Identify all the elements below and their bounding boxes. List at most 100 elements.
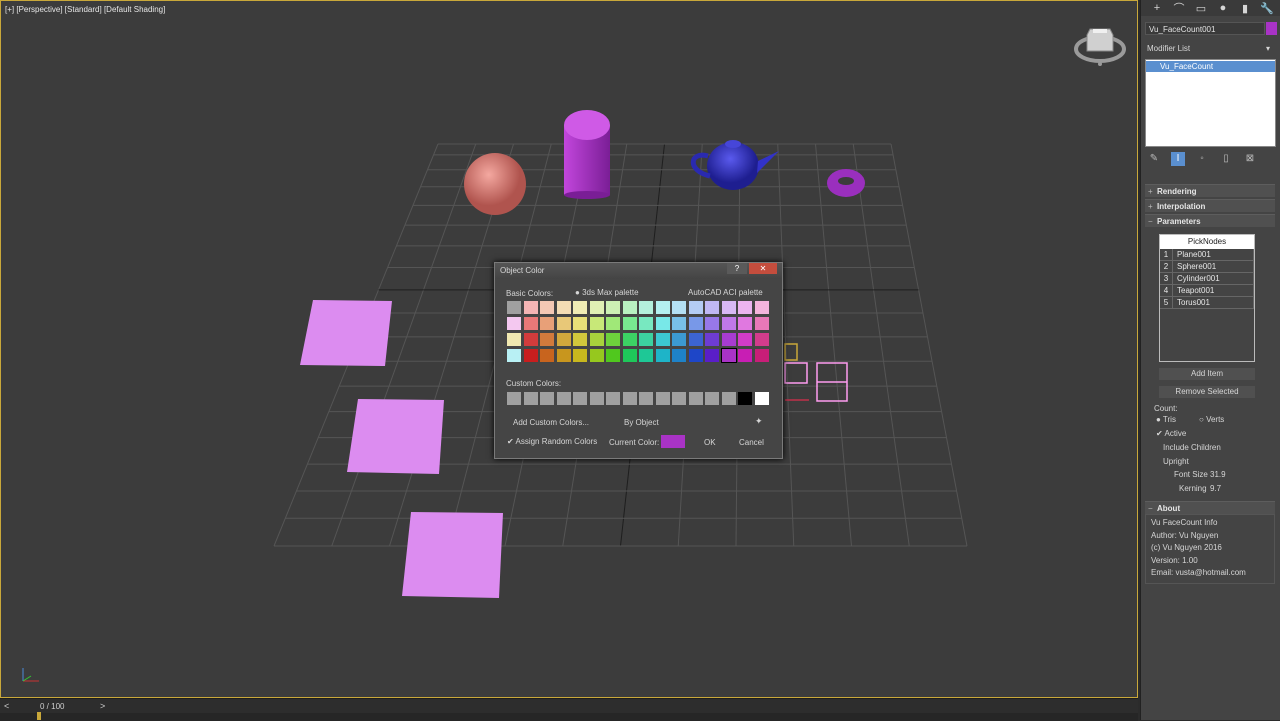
color-swatch[interactable]: [655, 317, 670, 330]
teapot-object[interactable]: [690, 140, 779, 190]
palette-autocad-radio[interactable]: AutoCAD ACI palette: [688, 288, 763, 297]
custom-color-swatch[interactable]: [507, 392, 521, 405]
color-swatch[interactable]: [606, 349, 620, 362]
sphere-object[interactable]: [464, 153, 526, 215]
color-swatch[interactable]: [523, 349, 538, 362]
remove-modifier-icon[interactable]: ▯: [1219, 152, 1233, 166]
kerning-spinner[interactable]: 9.7: [1210, 484, 1221, 493]
help-button[interactable]: ?: [727, 263, 747, 274]
rollout-parameters[interactable]: Parameters: [1145, 214, 1275, 228]
color-swatch[interactable]: [540, 317, 554, 330]
rollout-interpolation[interactable]: Interpolation: [1145, 199, 1275, 213]
color-swatch[interactable]: [606, 333, 620, 346]
color-swatch[interactable]: [573, 333, 587, 346]
color-swatch[interactable]: [556, 317, 571, 330]
custom-color-swatch[interactable]: [523, 392, 538, 405]
active-checkbox[interactable]: ✔ Active: [1156, 429, 1186, 438]
tris-radio[interactable]: ● Tris: [1156, 415, 1176, 424]
color-picker-icon[interactable]: ✦: [755, 416, 763, 427]
display-tab-icon[interactable]: ▮: [1237, 2, 1253, 15]
color-swatch[interactable]: [672, 301, 686, 314]
color-swatch[interactable]: [589, 301, 604, 314]
color-swatch[interactable]: [655, 333, 670, 346]
list-item[interactable]: 1 Plane001: [1160, 249, 1254, 261]
color-swatch[interactable]: [639, 317, 653, 330]
color-swatch[interactable]: [738, 333, 752, 346]
color-swatch[interactable]: [688, 333, 703, 346]
color-swatch[interactable]: [721, 333, 736, 346]
ok-button[interactable]: OK: [704, 438, 716, 447]
color-swatch[interactable]: [688, 317, 703, 330]
color-swatch[interactable]: [573, 349, 587, 362]
custom-color-swatch[interactable]: [606, 392, 620, 405]
cylinder-object[interactable]: [564, 110, 610, 199]
custom-color-swatch[interactable]: [556, 392, 571, 405]
custom-color-swatch[interactable]: [540, 392, 554, 405]
color-swatch[interactable]: [622, 301, 637, 314]
color-swatch[interactable]: [705, 333, 719, 346]
color-swatch[interactable]: [606, 317, 620, 330]
pin-stack-icon[interactable]: ✎: [1147, 152, 1161, 166]
custom-color-swatch[interactable]: [589, 392, 604, 405]
add-item-button[interactable]: Add Item: [1159, 368, 1255, 380]
make-unique-icon[interactable]: ◦: [1195, 152, 1209, 166]
color-swatch[interactable]: [688, 349, 703, 362]
color-swatch[interactable]: [556, 301, 571, 314]
utilities-tab-icon[interactable]: 🔧: [1259, 2, 1275, 15]
color-swatch[interactable]: [523, 301, 538, 314]
color-swatch[interactable]: [639, 333, 653, 346]
color-swatch[interactable]: [540, 333, 554, 346]
color-swatch[interactable]: [507, 349, 521, 362]
font-size-spinner[interactable]: 31.9: [1210, 470, 1226, 479]
picknodes-header[interactable]: PickNodes: [1160, 235, 1254, 249]
show-end-result-icon[interactable]: I: [1171, 152, 1185, 166]
color-swatch[interactable]: [589, 317, 604, 330]
color-swatch[interactable]: [672, 349, 686, 362]
color-swatch[interactable]: [754, 301, 769, 314]
custom-color-swatch[interactable]: [655, 392, 670, 405]
color-swatch[interactable]: [573, 301, 587, 314]
color-swatch[interactable]: [507, 317, 521, 330]
custom-color-swatch[interactable]: [705, 392, 719, 405]
color-swatch[interactable]: [738, 301, 752, 314]
color-swatch[interactable]: [738, 349, 752, 362]
color-swatch[interactable]: [606, 301, 620, 314]
modifier-list-label[interactable]: Modifier List: [1147, 44, 1190, 53]
add-custom-colors-button[interactable]: Add Custom Colors...: [513, 418, 589, 427]
time-slider-knob[interactable]: [37, 712, 41, 720]
custom-color-swatch[interactable]: [573, 392, 587, 405]
modifier-stack[interactable]: Vu_FaceCount: [1145, 59, 1276, 147]
color-swatch[interactable]: [622, 349, 637, 362]
color-swatch[interactable]: [507, 301, 521, 314]
rollout-rendering[interactable]: Rendering: [1145, 184, 1275, 198]
color-swatch[interactable]: [507, 333, 521, 346]
color-swatch[interactable]: [738, 317, 752, 330]
color-swatch[interactable]: [721, 301, 736, 314]
chevron-down-icon[interactable]: ▾: [1266, 44, 1270, 53]
color-swatch[interactable]: [573, 317, 587, 330]
prev-frame-button[interactable]: <: [4, 701, 9, 711]
rollout-about[interactable]: About: [1145, 501, 1275, 515]
custom-color-swatch[interactable]: [688, 392, 703, 405]
list-item[interactable]: 5 Torus001: [1160, 297, 1254, 309]
motion-tab-icon[interactable]: ●: [1215, 2, 1231, 14]
assign-random-colors-checkbox[interactable]: ✔ Assign Random Colors: [507, 437, 597, 446]
color-swatch[interactable]: [639, 349, 653, 362]
list-item[interactable]: 2 Sphere001: [1160, 261, 1254, 273]
custom-color-swatch[interactable]: [738, 392, 752, 405]
viewport-label[interactable]: [+] [Perspective] [Standard] [Default Sh…: [5, 5, 165, 14]
color-swatch[interactable]: [705, 317, 719, 330]
color-swatch[interactable]: [523, 333, 538, 346]
color-swatch[interactable]: [705, 301, 719, 314]
color-swatch[interactable]: [720, 348, 737, 363]
color-swatch[interactable]: [655, 349, 670, 362]
modify-tab-icon[interactable]: ⌒: [1171, 0, 1187, 16]
custom-color-swatch[interactable]: [721, 392, 736, 405]
color-swatch[interactable]: [688, 301, 703, 314]
object-name-field[interactable]: Vu_FaceCount001: [1145, 22, 1265, 35]
create-tab-icon[interactable]: +: [1149, 2, 1165, 14]
color-swatch[interactable]: [556, 333, 571, 346]
color-swatch[interactable]: [622, 317, 637, 330]
viewcube[interactable]: [1073, 23, 1127, 69]
torus-object[interactable]: [827, 169, 865, 197]
